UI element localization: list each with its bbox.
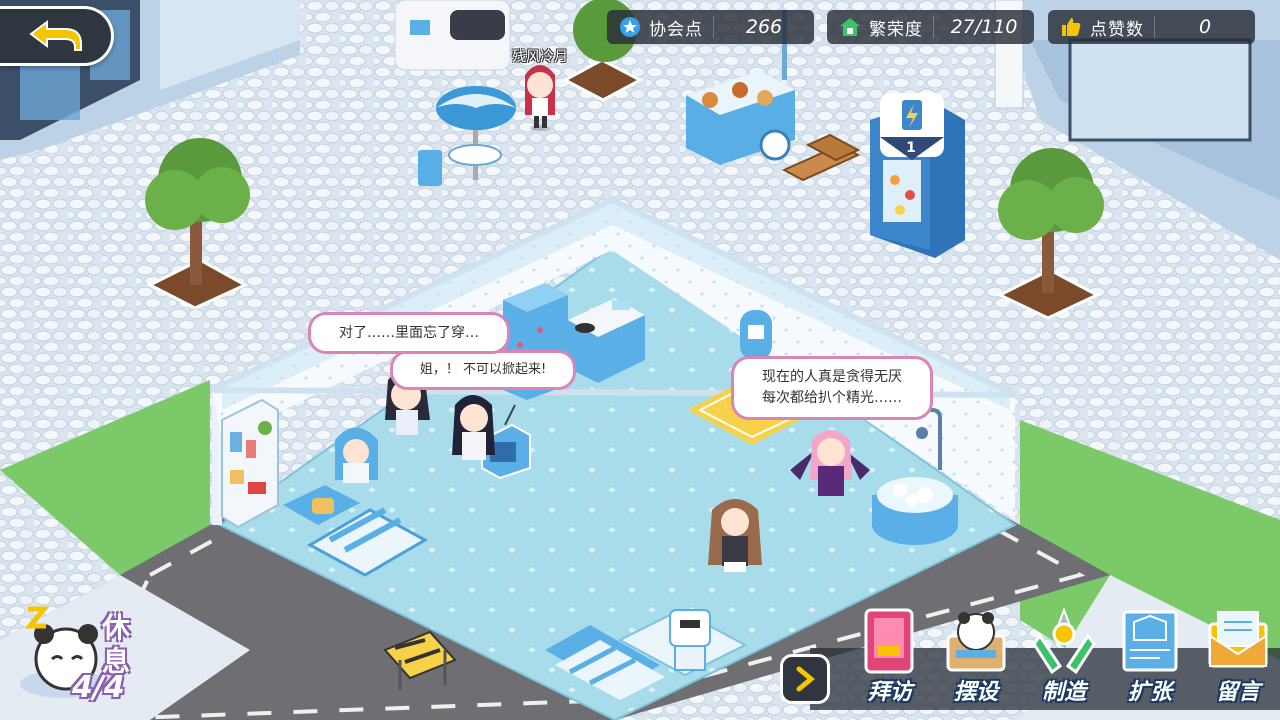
speech-bubble-text: 每次都给扒个精光……	[762, 390, 902, 406]
menu-visit-button[interactable]: 拜访	[856, 606, 924, 708]
tv-stand-sign	[740, 310, 772, 360]
menu-craft-button[interactable]: 制造	[1030, 606, 1098, 708]
panda-mech-statue	[394, 0, 511, 71]
blueprint-icon	[1122, 610, 1178, 672]
speech-bubble-text: 对了……里面忘了穿…	[339, 325, 479, 341]
association-points-label: 协会点	[649, 19, 703, 40]
menu-decorate-label: 摆设	[953, 680, 998, 705]
speech-bubble-text: 现在的人真是贪得无厌	[762, 369, 902, 385]
thumbs-up-icon	[1060, 16, 1082, 38]
likes-value: 0	[1198, 16, 1212, 38]
menu-craft-label: 制造	[1041, 680, 1086, 705]
menu-visit-label: 拜访	[867, 680, 912, 705]
prosperity-value: 27/110	[950, 16, 1018, 38]
likes-stat: 点赞数 0	[1048, 10, 1255, 44]
speech-bubble: 现在的人真是贪得无厌 每次都给扒个精光……	[731, 356, 933, 420]
prosperity-label: 繁荣度	[869, 19, 923, 40]
npc-name-label: 残风冷月	[512, 49, 568, 65]
speech-bubble-text: 姐，！ 不可以掀起来!	[419, 362, 547, 377]
menu-message-button[interactable]: 留言	[1204, 606, 1272, 708]
association-points-stat: 协会点 266	[607, 10, 814, 44]
vending-badge-count: 1	[906, 140, 916, 156]
menu-message-label: 留言	[1215, 680, 1260, 705]
association-points-value: 266	[745, 16, 783, 38]
back-button[interactable]	[0, 6, 114, 66]
character-brown-hair[interactable]	[708, 499, 762, 572]
chevron-right-icon	[796, 666, 815, 692]
menu-expand-room-button[interactable]: 扩张	[1116, 606, 1184, 708]
wrench-icon	[1032, 607, 1096, 675]
rest-count: 4/4	[72, 670, 125, 705]
furniture-panda-icon	[946, 612, 1006, 672]
menu-expand-button[interactable]	[780, 654, 830, 704]
envelope-icon	[1208, 611, 1268, 668]
character-blue-hood[interactable]	[335, 427, 378, 484]
menu-expand-room-label: 扩张	[1127, 680, 1172, 705]
bookshelf	[221, 398, 279, 529]
door-icon	[864, 608, 914, 674]
speech-bubble: 姐，！ 不可以掀起来!	[390, 350, 576, 390]
character-dark-hair[interactable]	[452, 395, 495, 460]
menu-decorate-button[interactable]: 摆设	[942, 606, 1010, 708]
likes-label: 点赞数	[1090, 19, 1144, 40]
star-badge-icon	[619, 16, 641, 38]
house-icon	[839, 16, 861, 38]
prosperity-stat: 繁荣度 27/110	[827, 10, 1034, 44]
speech-bubble: 对了……里面忘了穿…	[308, 312, 510, 354]
back-arrow-icon	[28, 20, 82, 51]
character-white-mech[interactable]	[669, 609, 711, 671]
vending-machine[interactable]	[870, 93, 965, 258]
rest-status[interactable]: 休 息 4/4	[10, 590, 160, 715]
